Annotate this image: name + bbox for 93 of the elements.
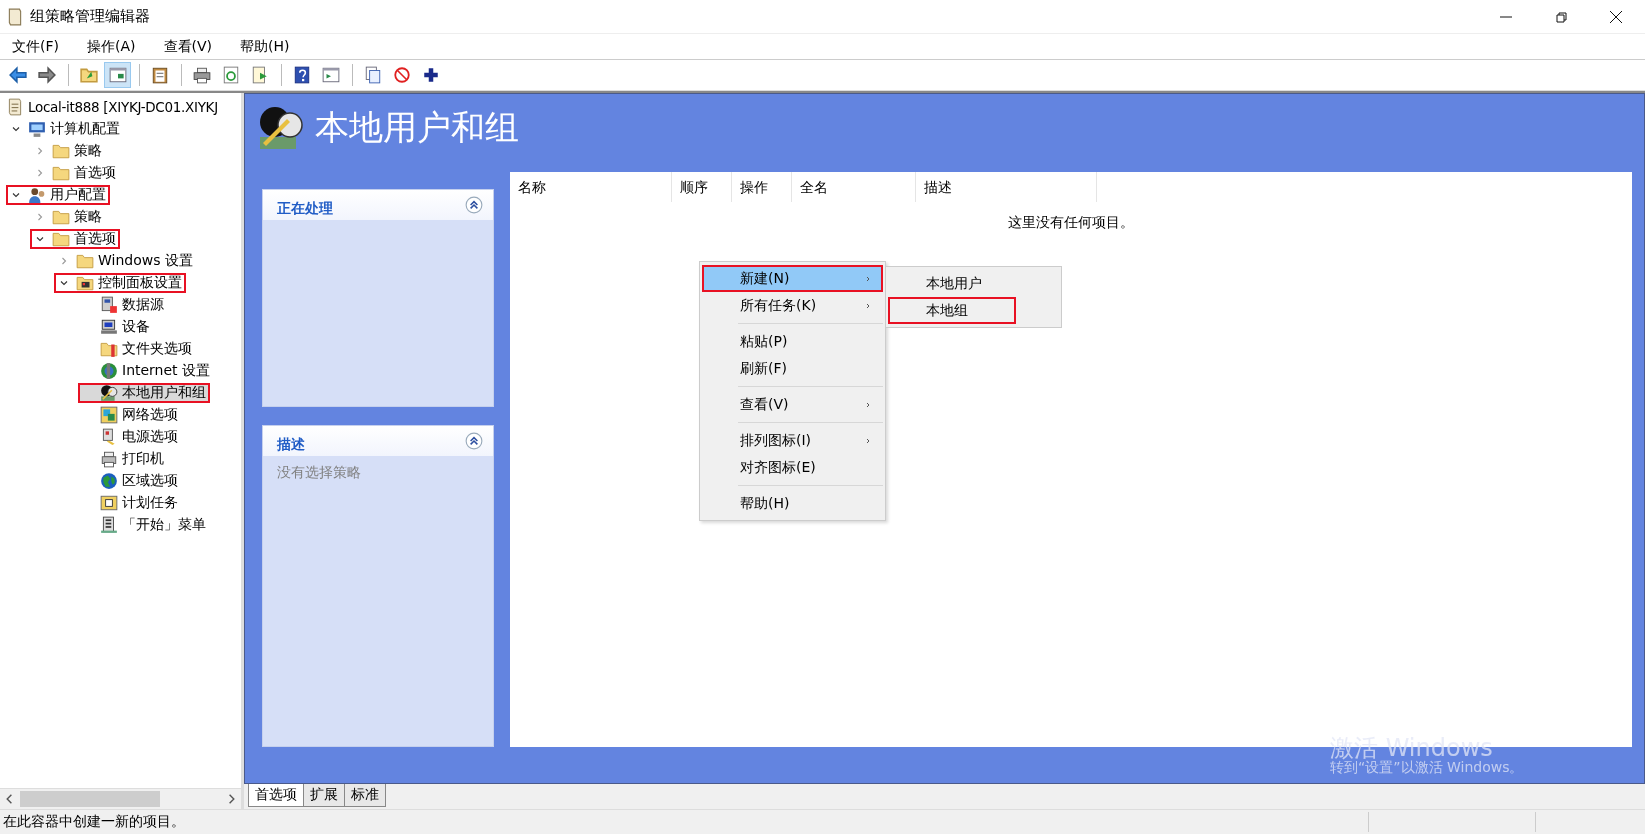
menu-item[interactable]: 查看(V) <box>702 391 883 418</box>
chevron-down-icon[interactable] <box>11 124 21 134</box>
menu-item[interactable]: 新建(N) <box>702 265 883 292</box>
tree-item[interactable]: 计算机配置 <box>6 119 124 139</box>
chevron-down-icon[interactable] <box>11 190 21 200</box>
folder-icon <box>52 230 70 248</box>
tree-item[interactable]: 首选项 <box>30 163 120 183</box>
tree-item[interactable]: 策略 <box>30 207 106 227</box>
documents-icon <box>363 66 382 84</box>
users-icon <box>100 384 118 402</box>
tree-item[interactable]: 计划任务 <box>78 493 182 513</box>
column-header[interactable]: 名称 <box>510 172 672 202</box>
column-header[interactable]: 描述 <box>916 172 1097 202</box>
menu-item[interactable]: 本地用户 <box>888 270 1016 297</box>
clipboard-icon <box>150 66 169 84</box>
tree-item[interactable]: 控制面板设置 <box>54 273 186 293</box>
menu-item[interactable]: 查看(V) <box>155 37 220 56</box>
pane-icon <box>108 66 127 84</box>
folder-icon <box>52 208 70 226</box>
back-arrow-icon <box>8 66 27 84</box>
menu-item[interactable]: 刷新(F) <box>702 355 883 382</box>
tree-item[interactable]: 打印机 <box>78 449 168 469</box>
scroll-icon <box>6 7 24 26</box>
chevron-down-icon[interactable] <box>59 278 69 288</box>
restore-icon[interactable] <box>1554 9 1568 24</box>
status-text: 在此容器中创建一新的项目。 <box>3 813 185 831</box>
users-icon <box>257 104 305 152</box>
scrollbar-thumb[interactable] <box>20 791 160 807</box>
network-icon <box>100 406 118 424</box>
export-icon <box>250 66 269 84</box>
scroll-icon <box>6 98 24 116</box>
folder-up-icon <box>79 66 98 84</box>
tab[interactable]: 首选项 <box>248 784 304 807</box>
menu-item[interactable]: 文件(F) <box>4 37 67 56</box>
page-title: 本地用户和组 <box>315 106 519 149</box>
globe-icon <box>100 472 118 490</box>
stop-icon <box>392 66 411 84</box>
tree-item[interactable]: 「开始」菜单 <box>78 515 210 535</box>
tree-item[interactable]: 设备 <box>78 317 154 337</box>
folder-icon <box>76 274 94 292</box>
folder-icon <box>52 164 70 182</box>
menu-item[interactable]: 对齐图标(E) <box>702 454 883 481</box>
tab[interactable]: 扩展 <box>303 784 345 807</box>
globe-icon <box>100 362 118 380</box>
help-icon <box>292 66 311 84</box>
printer-icon <box>192 66 211 84</box>
pane-button[interactable] <box>104 62 131 88</box>
menu-item[interactable]: 排列图标(I) <box>702 427 883 454</box>
tree-item[interactable]: Windows 设置 <box>54 251 197 271</box>
tab[interactable]: 标准 <box>344 784 386 807</box>
chevron-down-icon[interactable] <box>35 234 45 244</box>
menu-item[interactable]: 所有任务(K) <box>702 292 883 319</box>
menu-item[interactable]: 帮助(H) <box>232 37 298 56</box>
tree-item[interactable]: 用户配置 <box>6 185 110 205</box>
close-icon[interactable] <box>1609 9 1623 24</box>
plus-icon <box>421 66 440 84</box>
panel-title: 正在处理 <box>277 200 333 218</box>
document-icon <box>100 516 118 534</box>
server-icon <box>100 296 118 314</box>
tree-item[interactable]: 首选项 <box>30 229 120 249</box>
folder-icon <box>100 340 118 358</box>
pane-icon <box>321 66 340 84</box>
panel-text: 没有选择策略 <box>277 464 361 480</box>
tree-item[interactable]: 策略 <box>30 141 106 161</box>
collapse-icon[interactable] <box>465 432 483 450</box>
column-header[interactable]: 顺序 <box>672 172 732 202</box>
user-icon <box>28 186 46 204</box>
folder-icon <box>76 252 94 270</box>
menu-item[interactable]: 操作(A) <box>79 37 144 56</box>
computer-icon <box>28 120 46 138</box>
panel-title: 描述 <box>277 436 305 454</box>
computer-icon <box>100 318 118 336</box>
tree-item[interactable]: 本地用户和组 <box>78 383 210 403</box>
empty-message: 这里没有任何项目。 <box>1008 214 1134 230</box>
tree-item[interactable]: Internet 设置 <box>78 361 215 381</box>
column-header[interactable]: 全名 <box>792 172 916 202</box>
printer-icon <box>100 450 118 468</box>
forward-arrow-icon <box>37 66 56 84</box>
menu-item[interactable]: 粘贴(P) <box>702 328 883 355</box>
tree-item[interactable]: 电源选项 <box>78 427 182 447</box>
tree-item[interactable]: 文件夹选项 <box>78 339 196 359</box>
tree-item[interactable]: 网络选项 <box>78 405 182 425</box>
calendar-icon <box>100 494 118 512</box>
tree-item[interactable]: 数据源 <box>78 295 168 315</box>
tree-item[interactable]: 区域选项 <box>78 471 182 491</box>
refresh-icon <box>221 66 240 84</box>
collapse-icon[interactable] <box>465 196 483 214</box>
column-header[interactable]: 操作 <box>732 172 792 202</box>
menu-item[interactable]: 本地组 <box>888 297 1016 324</box>
window-title: 组策略管理编辑器 <box>30 7 150 26</box>
tree-item[interactable]: Local-it888 [XIYKJ-DC01.XIYKJ <box>4 97 222 117</box>
folder-icon <box>52 142 70 160</box>
menu-item[interactable]: 帮助(H) <box>702 490 883 517</box>
